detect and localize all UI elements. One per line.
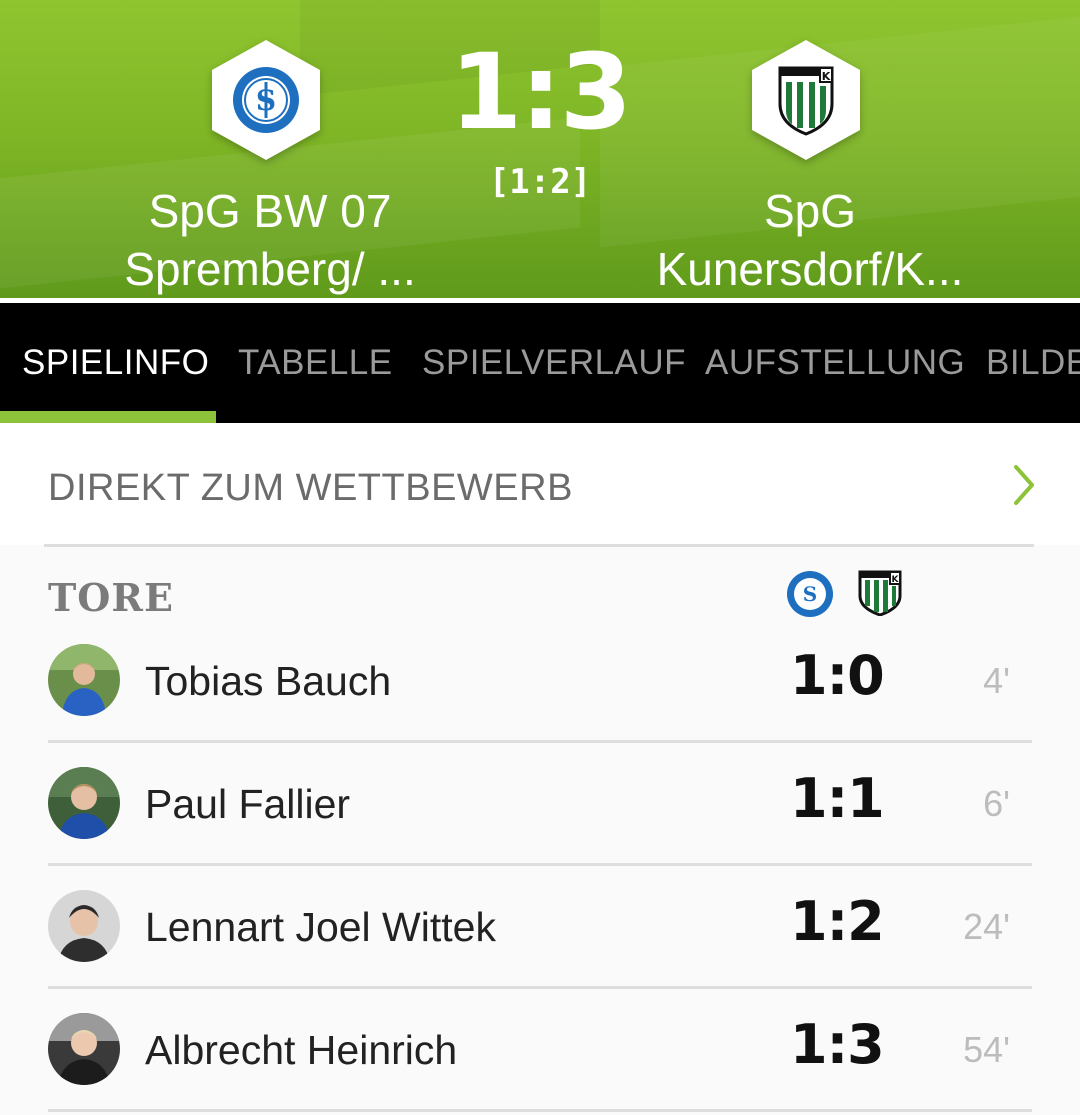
away-team-name-line2: Kunersdorf/K... bbox=[656, 243, 964, 295]
goal-row[interactable]: Tobias Bauch 1:0 4' bbox=[0, 622, 1080, 742]
tab-spielinfo[interactable]: SPIELINFO bbox=[22, 343, 209, 383]
active-tab-indicator bbox=[0, 411, 216, 423]
goal-minute: 6' bbox=[983, 783, 1010, 824]
home-team-mini-crest-icon: S bbox=[787, 571, 833, 617]
goal-score: 1:0 bbox=[790, 644, 885, 707]
away-team-name[interactable]: SpG Kunersdorf/K... bbox=[630, 182, 990, 298]
goal-score: 1:2 bbox=[790, 890, 885, 953]
competition-link-label: DIREKT ZUM WETTBEWERB bbox=[48, 467, 573, 509]
goal-row[interactable]: Lennart Joel Wittek 1:2 24' bbox=[0, 868, 1080, 988]
goal-row[interactable]: Albrecht Heinrich 1:3 54' bbox=[0, 991, 1080, 1111]
player-avatar bbox=[48, 1013, 120, 1085]
tab-tabelle[interactable]: TABELLE bbox=[238, 343, 393, 383]
away-team-mini-crest-icon: K bbox=[858, 570, 902, 616]
svg-text:S: S bbox=[803, 582, 817, 606]
chevron-right-icon bbox=[1014, 465, 1034, 505]
home-team-name[interactable]: SpG BW 07 Spremberg/ ... bbox=[90, 182, 450, 298]
svg-text:K: K bbox=[822, 70, 831, 83]
svg-text:K: K bbox=[892, 575, 900, 585]
goal-minute: 24' bbox=[963, 906, 1010, 947]
divider bbox=[48, 986, 1032, 989]
scorer-name: Paul Fallier bbox=[145, 781, 351, 827]
player-avatar bbox=[48, 767, 120, 839]
goal-minute: 4' bbox=[983, 660, 1010, 701]
final-score: 1:3 bbox=[449, 31, 632, 153]
home-team-name-line1: SpG BW 07 bbox=[148, 185, 392, 237]
halftime-score: [1:2] bbox=[488, 162, 592, 202]
scorer-name: Albrecht Heinrich bbox=[145, 1027, 458, 1073]
tab-bilder[interactable]: BILDE bbox=[986, 343, 1080, 383]
scorer-name: Lennart Joel Wittek bbox=[145, 904, 496, 950]
home-team-crest[interactable]: S bbox=[210, 38, 322, 162]
competition-link-row[interactable]: DIREKT ZUM WETTBEWERB bbox=[0, 423, 1080, 545]
home-team-name-line2: Spremberg/ ... bbox=[124, 243, 416, 295]
player-avatar bbox=[48, 890, 120, 962]
goal-row[interactable]: Paul Fallier 1:1 6' bbox=[0, 745, 1080, 865]
away-team-crest[interactable]: K bbox=[750, 38, 862, 162]
goals-section-title: TORE bbox=[48, 575, 174, 620]
tab-aufstellung[interactable]: AUFSTELLUNG bbox=[705, 343, 965, 383]
tab-spielverlauf[interactable]: SPIELVERLAUF bbox=[422, 343, 686, 383]
goal-minute: 54' bbox=[963, 1029, 1010, 1070]
player-avatar bbox=[48, 644, 120, 716]
away-team-name-line1: SpG bbox=[763, 185, 857, 237]
goal-score: 1:1 bbox=[790, 767, 885, 830]
divider bbox=[48, 863, 1032, 866]
divider bbox=[48, 740, 1032, 743]
goal-score: 1:3 bbox=[790, 1013, 885, 1076]
match-header: S 1:3 [1:2] K SpG BW 07 Spremberg/ ... S… bbox=[0, 0, 1080, 298]
tab-bar: SPIELINFO TABELLE SPIELVERLAUF AUFSTELLU… bbox=[0, 303, 1080, 423]
divider bbox=[44, 544, 1034, 547]
divider bbox=[48, 1109, 1032, 1112]
scorer-name: Tobias Bauch bbox=[145, 658, 392, 704]
